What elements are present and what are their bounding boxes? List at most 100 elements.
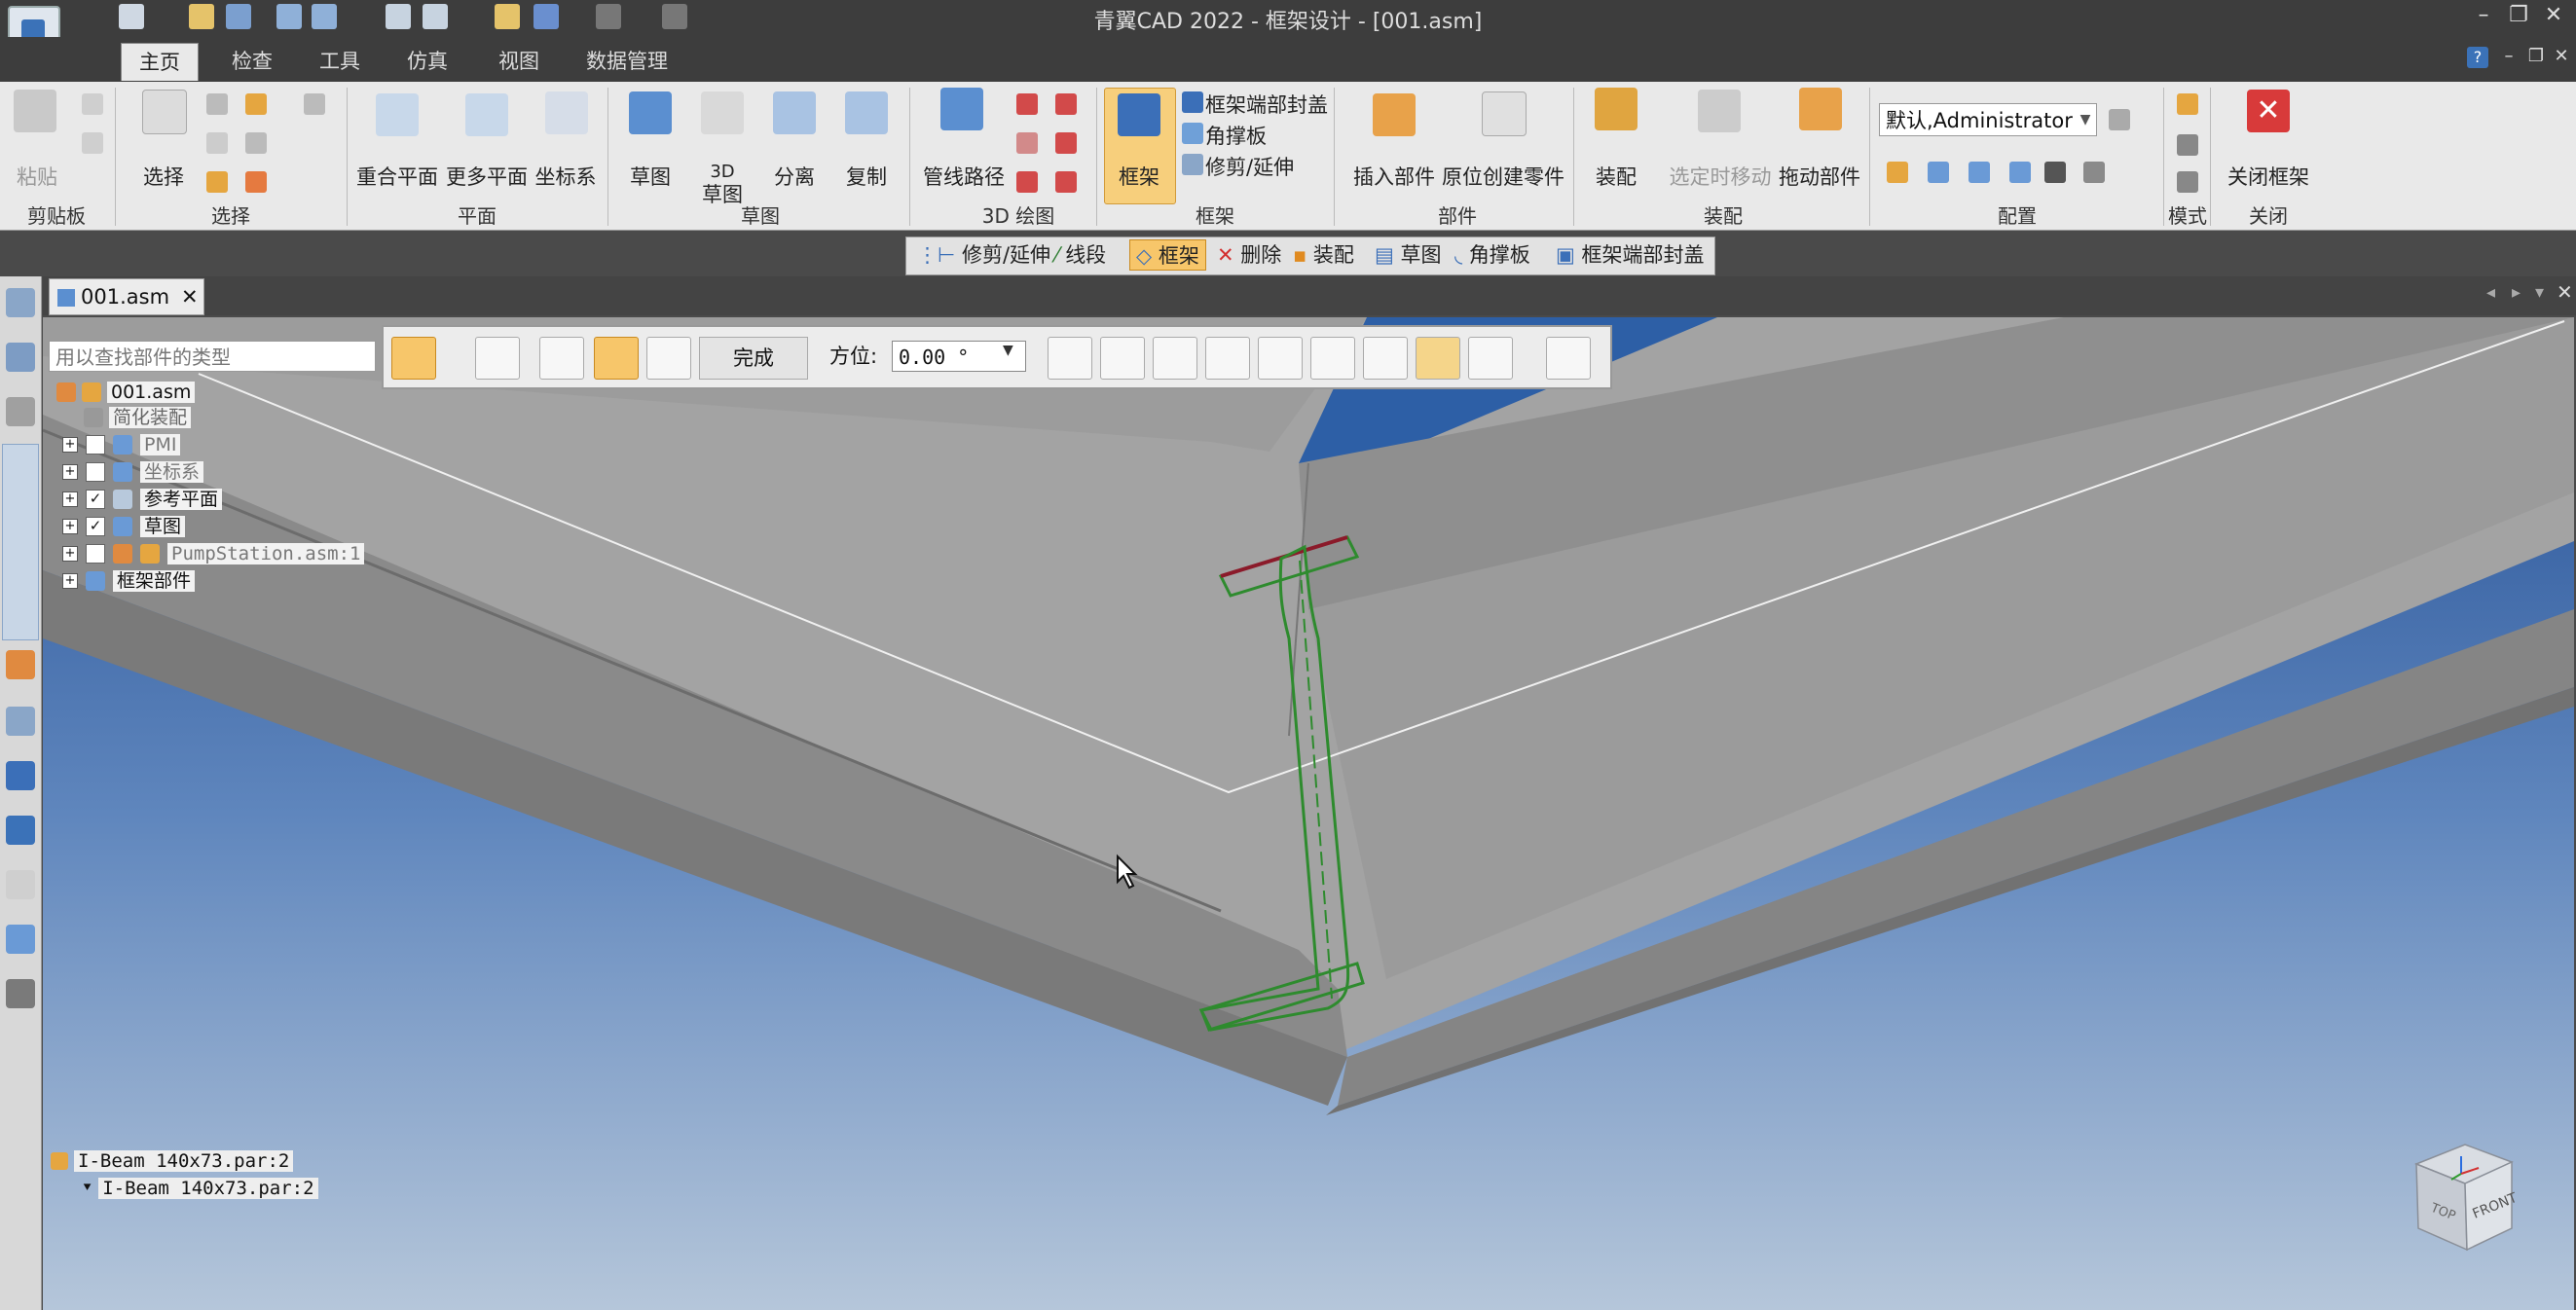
sketch-button[interactable]: 草图 [623, 162, 678, 191]
select-filter-icon[interactable] [206, 93, 228, 115]
tab-view[interactable]: 视图 [481, 43, 557, 80]
visibility-checkbox[interactable] [86, 435, 105, 455]
corner-treatment-2-icon[interactable] [1100, 337, 1145, 380]
ctx-segment[interactable]: ⁄ 线段 [1055, 239, 1106, 271]
frame-button[interactable]: 框架 [1104, 162, 1174, 191]
tree-node-sketch[interactable]: + ✓ 草图 [62, 516, 186, 537]
visibility-checkbox[interactable] [86, 544, 105, 564]
coordinate-system-button[interactable]: 坐标系 [534, 162, 598, 191]
select-assembly-icon[interactable] [245, 171, 267, 193]
sketch-icon[interactable] [629, 91, 672, 134]
coordinate-system-icon[interactable] [545, 91, 588, 134]
visibility-checkbox[interactable]: ✓ [86, 490, 105, 509]
tree-node-coordsys[interactable]: + 坐标系 [62, 461, 204, 483]
copy-sketch-button[interactable]: 复制 [839, 162, 894, 191]
close-frame-icon[interactable]: ✕ [2247, 90, 2290, 132]
close-window-button[interactable]: ✕ [2539, 2, 2568, 31]
expand-icon[interactable]: + [62, 491, 78, 507]
ctx-trim-extend[interactable]: ⋮⊢ 修剪/延伸 [917, 239, 1050, 271]
assemble-icon[interactable] [1595, 88, 1638, 130]
copy-sketch-icon[interactable] [845, 91, 888, 134]
pipe-path-icon[interactable] [940, 88, 983, 130]
zoom-select-icon[interactable] [304, 93, 325, 115]
select-arrow-icon[interactable] [142, 90, 187, 134]
frame-member-child[interactable]: ⯆ I-Beam 140x73.par:2 [82, 1178, 318, 1199]
separate-button[interactable]: 分离 [767, 162, 822, 191]
tab-home[interactable]: 主页 [121, 43, 199, 81]
tree-node-pmi[interactable]: + PMI [62, 434, 181, 455]
select-lock-icon[interactable] [245, 93, 267, 115]
expand-icon[interactable]: + [62, 519, 78, 534]
curve-icon[interactable] [1055, 171, 1077, 193]
paste-icon[interactable] [14, 90, 56, 132]
expand-icon[interactable]: + [62, 437, 78, 453]
circle-icon[interactable] [1055, 132, 1077, 154]
orientation-dropdown-icon[interactable]: ▼ [1003, 343, 1013, 358]
mode-tool-icon[interactable] [2177, 134, 2198, 156]
more-planes-button[interactable]: 更多平面 [442, 162, 532, 191]
more-planes-icon[interactable] [465, 93, 508, 136]
mirror-icon[interactable] [1468, 337, 1513, 380]
tab-scroll-left-icon[interactable]: ◂ [2486, 282, 2495, 303]
tab-tools[interactable]: 工具 [302, 43, 378, 80]
fillet-icon[interactable] [1016, 171, 1038, 193]
mdi-close-button[interactable]: ✕ [2547, 43, 2576, 72]
ctx-assemble[interactable]: ▪ 装配 [1293, 239, 1354, 271]
config-tool-1-icon[interactable] [1887, 162, 1908, 183]
expand-icon[interactable]: + [62, 464, 78, 480]
pipe-path-button[interactable]: 管线路径 [919, 162, 1009, 191]
frame-step-icon[interactable] [391, 337, 436, 380]
strip-viewer-icon[interactable] [6, 288, 35, 317]
configuration-combo[interactable]: 默认,Administrator [1879, 103, 2097, 136]
frame-options-icon[interactable] [475, 337, 520, 380]
corner-treatment-5-icon[interactable] [1258, 337, 1303, 380]
strip-layers-icon[interactable] [6, 707, 35, 736]
config-tool-6-icon[interactable] [2083, 162, 2105, 183]
trim-extend-button[interactable]: 修剪/延伸 [1205, 152, 1294, 181]
trim-step-icon[interactable] [594, 337, 639, 380]
create-in-place-icon[interactable] [1482, 91, 1527, 136]
strip-colors-icon[interactable] [6, 761, 35, 790]
select-button[interactable]: 选择 [132, 162, 195, 191]
frame-icon[interactable] [1118, 93, 1160, 136]
tree-node-pumpstation[interactable]: + PumpStation.asm:1 [62, 543, 365, 564]
frame-endcap-icon[interactable] [1182, 91, 1203, 113]
tab-scroll-right-icon[interactable]: ▸ [2512, 282, 2521, 303]
select-box-icon[interactable] [206, 132, 228, 154]
move-selected-button[interactable]: 选定时移动 [1667, 162, 1774, 191]
folder-icon[interactable] [1416, 337, 1460, 380]
rectangle-icon[interactable] [1016, 132, 1038, 154]
mode-tool-2-icon[interactable] [2177, 171, 2198, 193]
ctx-sketch[interactable]: ▤ 草图 [1375, 239, 1442, 271]
coincident-plane-button[interactable]: 重合平面 [352, 162, 442, 191]
close-document-icon[interactable]: ✕ [2557, 280, 2573, 304]
arc-icon[interactable] [1055, 93, 1077, 115]
drag-component-icon[interactable] [1799, 88, 1842, 130]
config-tool-5-icon[interactable] [2044, 162, 2066, 183]
strip-help-icon[interactable] [6, 816, 35, 845]
config-tool-2-icon[interactable] [1928, 162, 1949, 183]
ctx-delete[interactable]: ✕ 删除 [1217, 239, 1281, 271]
strip-pathfinder-tab[interactable] [2, 444, 39, 640]
gusset-button[interactable]: 角撑板 [1205, 121, 1267, 150]
tree-simplified[interactable]: 简化装配 [84, 407, 192, 428]
frame-member-item[interactable]: I-Beam 140x73.par:2 [51, 1150, 294, 1172]
tab-data-management[interactable]: 数据管理 [569, 43, 685, 80]
gusset-icon[interactable] [1182, 123, 1203, 144]
tree-root[interactable]: 001.asm [56, 382, 196, 403]
help-icon[interactable]: ? [2467, 47, 2488, 68]
done-button[interactable]: 完成 [699, 337, 808, 380]
view-cube[interactable]: TOP FRONT [2397, 1135, 2523, 1261]
close-tab-icon[interactable]: ✕ [181, 285, 199, 309]
trim-extend-icon[interactable] [1182, 154, 1203, 175]
document-tab[interactable]: 001.asm ✕ [49, 278, 204, 315]
ctx-gusset[interactable]: ◟ 角撑板 [1454, 239, 1530, 271]
copy-icon[interactable] [82, 132, 103, 154]
close-frame-button[interactable]: 关闭框架 [2220, 162, 2317, 191]
select-path-icon[interactable] [539, 337, 584, 380]
frame-endcap-button[interactable]: 框架端部封盖 [1205, 90, 1328, 119]
select-parts-icon[interactable] [206, 171, 228, 193]
expand-icon[interactable]: + [62, 573, 78, 589]
minimize-button[interactable]: – [2469, 2, 2498, 31]
strip-tool-icon[interactable] [6, 343, 35, 372]
